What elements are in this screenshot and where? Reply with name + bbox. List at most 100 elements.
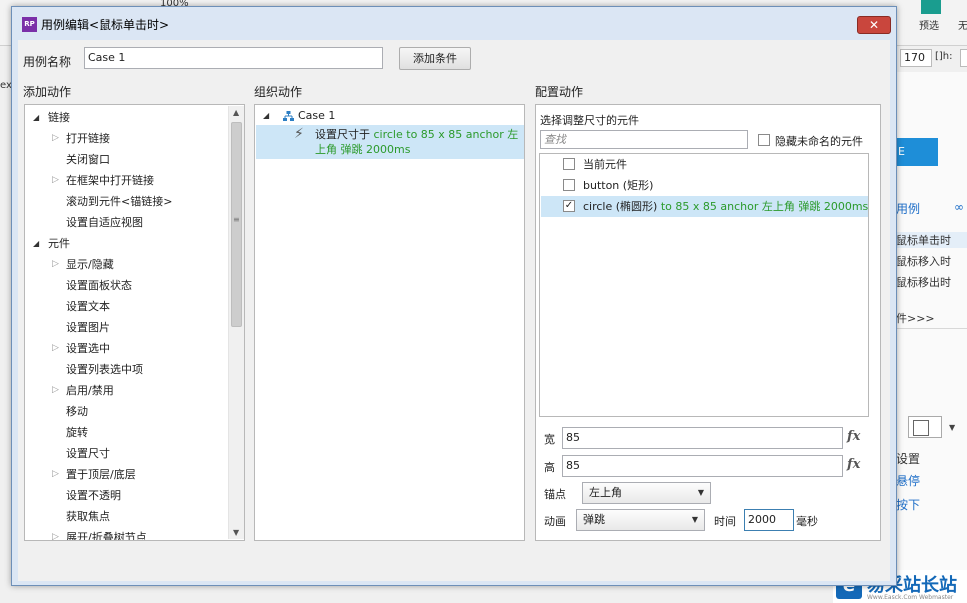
action-tree-item[interactable]: 滚动到元件<锚链接> [25, 191, 227, 212]
collapse-icon[interactable]: ▷ [52, 254, 59, 275]
scroll-down-icon[interactable]: ▼ [233, 528, 239, 537]
collapse-icon[interactable]: ▷ [52, 380, 59, 401]
axure-rp-icon: RP [22, 17, 37, 32]
action-tree-item[interactable]: 移动 [25, 401, 227, 422]
height-input[interactable]: 85 [562, 455, 843, 477]
tree-scrollbar[interactable]: ▲ ≡ ▼ [228, 106, 244, 539]
height-input[interactable] [960, 49, 967, 67]
preview-icon[interactable] [921, 0, 941, 14]
action-tree-item[interactable]: 关闭窗口 [25, 149, 227, 170]
time-input[interactable]: 2000 [744, 509, 794, 531]
publish-label[interactable]: 无 [958, 17, 967, 32]
dialog-body: 用例名称 Case 1 添加条件 添加动作 组织动作 配置动作 ◢ 链接 ▷ 打开链接… [18, 40, 890, 581]
action-tree-item[interactable]: 设置图片 [25, 317, 227, 338]
close-button[interactable]: ✕ [857, 16, 891, 34]
action-tree-label: 展开/折叠树节点 [66, 531, 147, 541]
element-row[interactable]: button (矩形) [541, 175, 868, 196]
action-tree-item[interactable]: ▷ 打开链接 [25, 128, 227, 149]
height-label: 高 [544, 461, 555, 474]
expand-icon[interactable]: ◢ [33, 107, 39, 128]
hover-style-link[interactable]: 悬停 [896, 472, 920, 489]
element-row[interactable]: 当前元件 [541, 154, 868, 175]
fill-color-picker[interactable] [908, 416, 942, 438]
add-action-header: 添加动作 [23, 85, 72, 99]
action-tree-label: 滚动到元件<锚链接> [66, 195, 173, 208]
time-unit-label: 毫秒 [796, 515, 818, 528]
chevron-down-icon[interactable]: ▼ [949, 423, 955, 432]
hide-unnamed-checkbox[interactable] [758, 134, 770, 146]
add-usecase-link[interactable]: 用例 [896, 200, 920, 217]
action-tree-label: 设置选中 [66, 342, 110, 355]
element-label: 当前元件 [583, 158, 627, 171]
action-tree-item[interactable]: ▷ 设置选中 [25, 338, 227, 359]
scroll-up-icon[interactable]: ▲ [233, 108, 239, 117]
action-tree-item[interactable]: 设置不透明 [25, 485, 227, 506]
press-style-link[interactable]: 按下 [896, 496, 920, 513]
action-tree-item[interactable]: 旋转 [25, 422, 227, 443]
action-tree-item[interactable]: ◢ 元件 [25, 233, 227, 254]
element-row[interactable]: ✓ circle (椭圆形) to 85 x 85 anchor 左上角 弹跳 … [541, 196, 868, 217]
case-name-input[interactable]: Case 1 [84, 47, 383, 69]
animate-select[interactable]: 弹跳 ▼ [576, 509, 705, 531]
action-tree-item[interactable]: 设置文本 [25, 296, 227, 317]
action-tree-label: 设置列表选中项 [66, 363, 143, 376]
element-checkbox[interactable] [563, 158, 575, 170]
link-icon[interactable]: ∞ [954, 200, 964, 214]
event-item[interactable]: 鼠标单击时 [896, 232, 967, 248]
preview-label[interactable]: 预选 [919, 17, 939, 32]
action-tree-item[interactable]: ▷ 启用/禁用 [25, 380, 227, 401]
element-checkbox[interactable] [563, 179, 575, 191]
action-tree-label: 旋转 [66, 426, 88, 439]
action-tree-label: 元件 [48, 237, 70, 250]
action-tree-label: 显示/隐藏 [66, 258, 114, 271]
action-tree-label: 设置自适应视图 [66, 216, 143, 229]
action-tree-item[interactable]: 获取焦点 [25, 506, 227, 527]
action-tree-label: 关闭窗口 [66, 153, 110, 166]
element-checkbox[interactable]: ✓ [563, 200, 575, 212]
action-tree-item[interactable]: ▷ 在框架中打开链接 [25, 170, 227, 191]
action-tree-label: 启用/禁用 [66, 384, 114, 397]
anchor-label: 锚点 [544, 488, 566, 501]
height-fx-button[interactable]: fx [847, 457, 860, 472]
collapse-icon[interactable]: ▷ [52, 170, 59, 191]
collapse-icon[interactable]: ▷ [52, 128, 59, 149]
search-input[interactable]: 查找 [540, 130, 748, 149]
expand-icon[interactable]: ◢ [263, 107, 269, 125]
configure-panel: 选择调整尺寸的元件 查找 隐藏未命名的元件 当前元件 button (矩形) ✓… [535, 104, 881, 541]
action-tree-item[interactable]: ◢ 链接 [25, 107, 227, 128]
collapse-icon[interactable]: ▷ [52, 527, 59, 540]
action-tree-label: 获取焦点 [66, 510, 110, 523]
action-tree-item[interactable]: 设置自适应视图 [25, 212, 227, 233]
event-item[interactable]: 鼠标移出时 [896, 274, 951, 290]
action-tree-item[interactable]: ▷ 置于顶层/底层 [25, 464, 227, 485]
action-tree-label: 设置面板状态 [66, 279, 132, 292]
collapse-icon[interactable]: ▷ [52, 338, 59, 359]
action-tree-item[interactable]: 设置尺寸 [25, 443, 227, 464]
action-tree-item[interactable]: 设置面板状态 [25, 275, 227, 296]
width-fx-button[interactable]: fx [847, 429, 860, 444]
divider [896, 328, 967, 329]
collapse-icon[interactable]: ▷ [52, 464, 59, 485]
case-editor-dialog: RP 用例编辑<鼠标单击时> ✕ 用例名称 Case 1 添加条件 添加动作 组… [11, 6, 897, 586]
width-input[interactable]: 170 [900, 49, 932, 67]
action-item[interactable]: ⚡ 设置尺寸于 circle to 85 x 85 anchor 左上角 弹跳 … [256, 125, 524, 159]
inspector-tab[interactable]: E [896, 138, 938, 166]
animate-value: 弹跳 [583, 513, 605, 526]
add-condition-button[interactable]: 添加条件 [399, 47, 471, 70]
dialog-titlebar[interactable]: RP 用例编辑<鼠标单击时> ✕ [12, 7, 896, 40]
hide-unnamed-label: 隐藏未命名的元件 [775, 135, 863, 148]
action-tree-label: 链接 [48, 111, 70, 124]
more-events-link[interactable]: 件>>> [896, 310, 935, 326]
flow-icon [283, 111, 294, 121]
action-tree-item[interactable]: ▷ 显示/隐藏 [25, 254, 227, 275]
case-name-label: 用例名称 [23, 55, 72, 69]
dialog-title: 用例编辑<鼠标单击时> [41, 18, 170, 32]
scroll-thumb[interactable]: ≡ [231, 122, 242, 327]
action-tree-item[interactable]: 设置列表选中项 [25, 359, 227, 380]
event-item[interactable]: 鼠标移入时 [896, 253, 951, 269]
action-tree-item[interactable]: ▷ 展开/折叠树节点 [25, 527, 227, 541]
width-input[interactable]: 85 [562, 427, 843, 449]
anchor-select[interactable]: 左上角 ▼ [582, 482, 711, 504]
expand-icon[interactable]: ◢ [33, 233, 39, 254]
width-label: 宽 [544, 433, 555, 446]
